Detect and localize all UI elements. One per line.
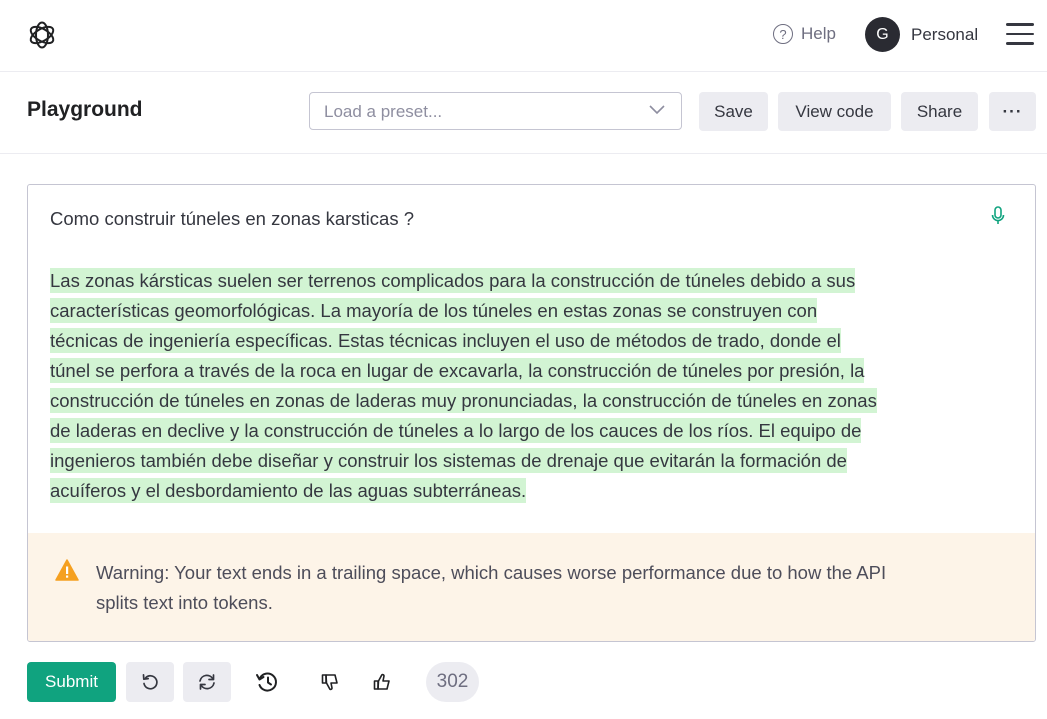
view-code-button[interactable]: View code xyxy=(778,92,891,131)
completion-line: Las zonas kársticas suelen ser terrenos … xyxy=(50,268,856,293)
account-menu[interactable]: G Personal xyxy=(865,17,978,52)
save-button[interactable]: Save xyxy=(699,92,768,131)
top-navbar: ? Help G Personal xyxy=(0,0,1047,72)
completion-line: túnel se perfora a través de la roca en … xyxy=(50,358,865,383)
warning-line: Warning: Your text ends in a trailing sp… xyxy=(96,562,887,583)
preset-select[interactable] xyxy=(309,92,682,130)
help-label: Help xyxy=(801,24,836,43)
prompt-text[interactable]: Como construir túneles en zonas karstica… xyxy=(50,208,414,230)
openai-logo-icon[interactable] xyxy=(26,19,58,51)
avatar: G xyxy=(865,17,900,52)
warning-line: splits text into tokens. xyxy=(96,592,273,613)
preset-input[interactable] xyxy=(322,101,636,123)
playground-header: Playground Save View code Share ··· xyxy=(0,72,1047,154)
undo-icon xyxy=(142,673,158,690)
warning-message: Warning: Your text ends in a trailing sp… xyxy=(96,558,996,618)
microphone-icon[interactable] xyxy=(991,206,1005,226)
completion-line: de laderas en declive y la construcción … xyxy=(50,418,862,443)
completion-line: construcción de túneles en zonas de lade… xyxy=(50,388,877,413)
thumbs-down-button[interactable] xyxy=(310,662,350,702)
prompt-editor[interactable]: Como construir túneles en zonas karstica… xyxy=(27,184,1036,642)
page-title: Playground xyxy=(27,98,143,121)
completion-line: técnicas de ingeniería específicas. Esta… xyxy=(50,328,841,353)
completion-line: ingenieros también debe diseñar y constr… xyxy=(50,448,847,473)
trailing-space-warning: Warning: Your text ends in a trailing sp… xyxy=(28,533,1035,641)
help-link[interactable]: ? Help xyxy=(773,24,836,44)
refresh-icon xyxy=(199,674,215,690)
completion-line: acuíferos y el desbordamiento de las agu… xyxy=(50,478,527,503)
history-button[interactable] xyxy=(247,662,287,702)
thumbs-up-button[interactable] xyxy=(362,662,402,702)
thumbs-up-icon xyxy=(373,673,390,690)
account-name: Personal xyxy=(911,24,979,44)
share-button[interactable]: Share xyxy=(901,92,978,131)
token-count-badge: 302 xyxy=(426,662,479,702)
undo-button[interactable] xyxy=(126,662,174,702)
submit-button[interactable]: Submit xyxy=(27,662,116,702)
question-circle-icon: ? xyxy=(773,24,793,44)
chevron-down-icon xyxy=(649,105,665,115)
more-options-button[interactable]: ··· xyxy=(989,92,1036,131)
completion-line: características geomorfológicas. La mayo… xyxy=(50,298,818,323)
hamburger-menu-icon[interactable] xyxy=(1006,23,1034,45)
warning-triangle-icon xyxy=(55,559,79,581)
completion-text[interactable]: Las zonas kársticas suelen ser terrenos … xyxy=(50,266,1000,506)
thumbs-down-icon xyxy=(321,674,338,691)
history-icon xyxy=(256,672,277,692)
regenerate-button[interactable] xyxy=(183,662,231,702)
